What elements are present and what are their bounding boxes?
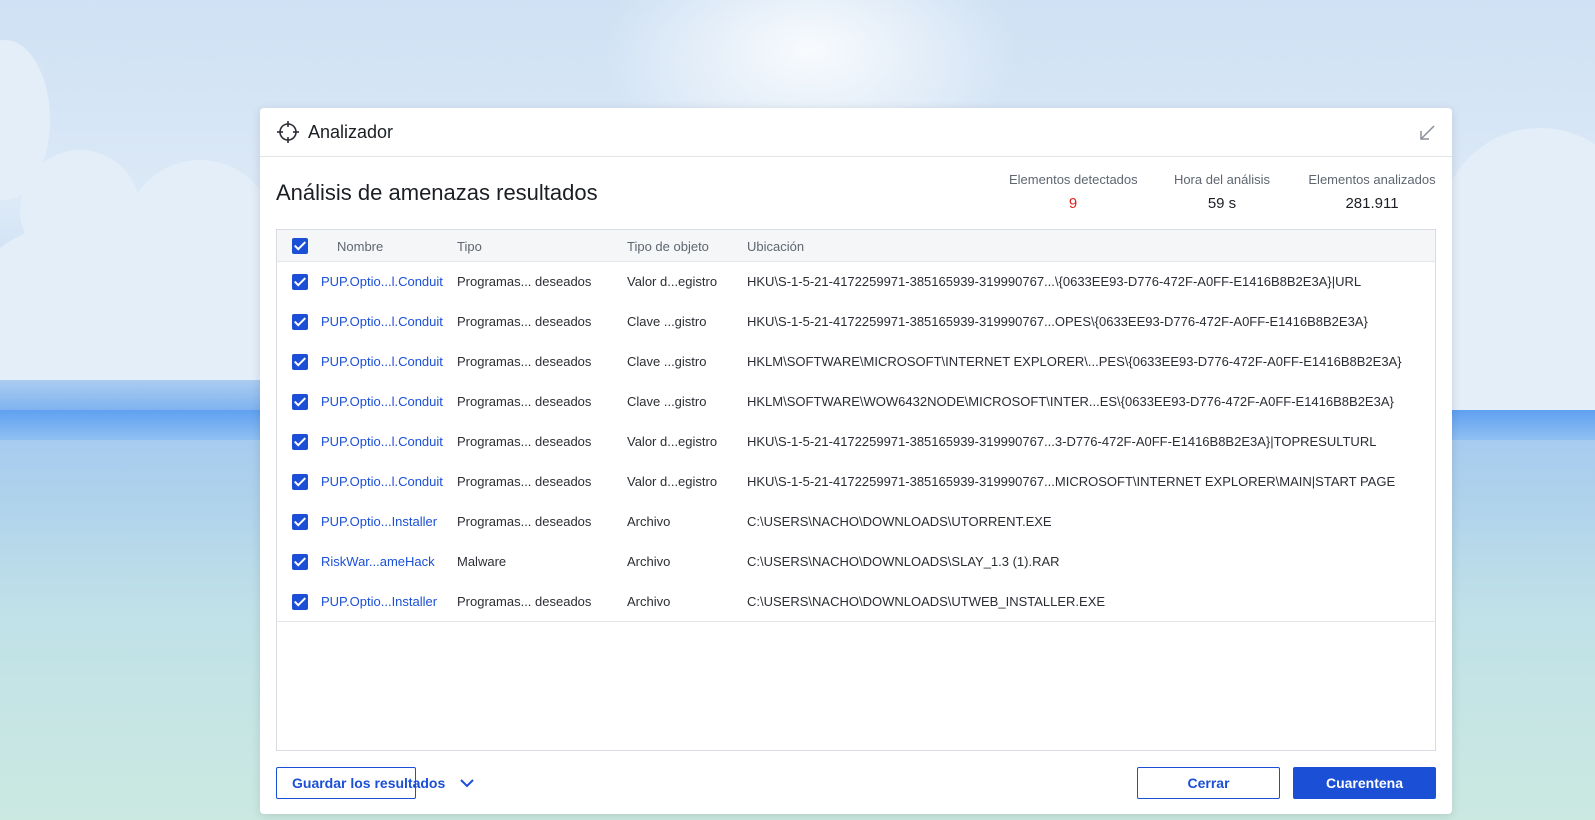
window-title: Analizador [308, 122, 394, 142]
row-checkbox[interactable] [292, 354, 308, 370]
threat-type: Programas... deseados [457, 514, 592, 529]
row-checkbox[interactable] [292, 314, 308, 330]
table-header: Nombre Tipo Tipo de objeto Ubicación [277, 230, 1435, 262]
threat-location: C:\USERS\NACHO\DOWNLOADS\UTORRENT.EXE [747, 514, 1052, 529]
table-row[interactable]: PUP.Optio...l.Conduit Programas... desead… [277, 262, 1435, 302]
object-type: Valor d...egistro [627, 474, 718, 489]
threat-location: C:\USERS\NACHO\DOWNLOADS\SLAY_1.3 (1).RA… [747, 554, 1060, 569]
threat-type: Programas... deseados [457, 394, 592, 409]
threat-location: HKLM\SOFTWARE\WOW6432NODE\MICROSOFT\INTE… [747, 394, 1394, 409]
object-type: Valor d...egistro [627, 274, 718, 289]
column-header-object-type[interactable]: Tipo de objeto [627, 239, 709, 254]
threat-type: Programas... deseados [457, 314, 592, 329]
threat-type: Programas... deseados [457, 274, 592, 289]
chevron-down-icon[interactable] [460, 776, 474, 790]
stat-detected: Elementos detectados 9 [1009, 172, 1138, 212]
threat-location: HKU\S-1-5-21-4172259971-385165939-319990… [747, 474, 1396, 489]
object-type: Clave ...gistro [627, 314, 707, 329]
threat-name-link[interactable]: PUP.Optio...l.Conduit [321, 474, 443, 489]
object-type: Clave ...gistro [627, 354, 707, 369]
stat-label: Hora del análisis [1173, 172, 1271, 187]
object-type: Clave ...gistro [627, 394, 707, 409]
stat-value: 59 s [1207, 195, 1237, 212]
row-checkbox[interactable] [292, 434, 308, 450]
table-row[interactable]: PUP.Optio...l.Conduit Programas... desead… [277, 342, 1435, 382]
object-type: Archivo [627, 554, 671, 569]
threat-type: Malware [457, 554, 507, 569]
table-row[interactable]: RiskWar...ameHack Malware Archivo C:\USERS\… [277, 542, 1435, 582]
close-button[interactable]: Cerrar [1137, 767, 1280, 799]
results-table: Nombre Tipo Tipo de objeto Ubicación PUP… [276, 229, 1436, 751]
stat-label: Elementos analizados [1308, 172, 1436, 187]
stat-label: Elementos detectados [1009, 172, 1138, 187]
threat-type: Programas... deseados [457, 434, 592, 449]
threat-name-link[interactable]: PUP.Optio...l.Conduit [321, 274, 443, 289]
threat-location: C:\USERS\NACHO\DOWNLOADS\UTWEB_INSTALLER… [747, 594, 1106, 609]
object-type: Archivo [627, 594, 671, 609]
quarantine-button[interactable]: Cuarentena [1293, 767, 1436, 799]
object-type: Valor d...egistro [627, 434, 718, 449]
crosshair-icon [277, 121, 299, 143]
row-checkbox[interactable] [292, 554, 308, 570]
threat-name-link[interactable]: PUP.Optio...l.Conduit [321, 434, 443, 449]
threat-name-link[interactable]: PUP.Optio...l.Conduit [321, 394, 443, 409]
table-row[interactable]: PUP.Optio...Installer Programas... desead… [277, 582, 1435, 622]
row-checkbox[interactable] [292, 394, 308, 410]
page-title: Análisis de amenazas resultados [276, 180, 598, 205]
table-row[interactable]: PUP.Optio...Installer Programas... desead… [277, 502, 1435, 542]
title-bar: Analizador [260, 108, 1452, 157]
threat-location: HKU\S-1-5-21-4172259971-385165939-319990… [747, 314, 1368, 329]
column-header-location[interactable]: Ubicación [747, 239, 804, 254]
threat-type: Programas... deseados [457, 354, 592, 369]
stat-value: 9 [1068, 195, 1078, 212]
stat-scan-time: Hora del análisis 59 s [1172, 172, 1272, 212]
row-checkbox[interactable] [292, 514, 308, 530]
cloud [0, 220, 270, 380]
threat-name-link[interactable]: PUP.Optio...Installer [321, 594, 437, 609]
column-header-name[interactable]: Nombre [337, 239, 383, 254]
threat-name-link[interactable]: PUP.Optio...l.Conduit [321, 354, 443, 369]
row-checkbox[interactable] [292, 474, 308, 490]
stat-value: 281.911 [1345, 195, 1399, 212]
arrow-down-left-icon[interactable] [1418, 124, 1436, 142]
save-results-label: Guardar los resultados [292, 775, 446, 791]
table-row[interactable]: PUP.Optio...l.Conduit Programas... desead… [277, 382, 1435, 422]
threat-name-link[interactable]: PUP.Optio...Installer [321, 514, 437, 529]
threat-location: HKU\S-1-5-21-4172259971-385165939-319990… [747, 434, 1377, 449]
threat-location: HKU\S-1-5-21-4172259971-385165939-319990… [747, 274, 1362, 289]
table-row[interactable]: PUP.Optio...l.Conduit Programas... desead… [277, 462, 1435, 502]
analyzer-dialog: Analizador Análisis de amenazas resultad… [260, 108, 1452, 814]
row-checkbox[interactable] [292, 594, 308, 610]
row-checkbox[interactable] [292, 274, 308, 290]
threat-type: Programas... deseados [457, 474, 592, 489]
table-row[interactable]: PUP.Optio...l.Conduit Programas... desead… [277, 302, 1435, 342]
table-row[interactable]: PUP.Optio...l.Conduit Programas... desead… [277, 422, 1435, 462]
select-all-checkbox[interactable] [292, 238, 308, 254]
threat-location: HKLM\SOFTWARE\MICROSOFT\INTERNET EXPLORE… [747, 354, 1402, 369]
column-header-type[interactable]: Tipo [457, 239, 482, 254]
threat-name-link[interactable]: PUP.Optio...l.Conduit [321, 314, 443, 329]
threat-name-link[interactable]: RiskWar...ameHack [321, 554, 435, 569]
table-body: PUP.Optio...l.Conduit Programas... desead… [277, 262, 1435, 622]
stat-scanned: Elementos analizados 281.911 [1308, 172, 1436, 212]
threat-type: Programas... deseados [457, 594, 592, 609]
object-type: Archivo [627, 514, 671, 529]
